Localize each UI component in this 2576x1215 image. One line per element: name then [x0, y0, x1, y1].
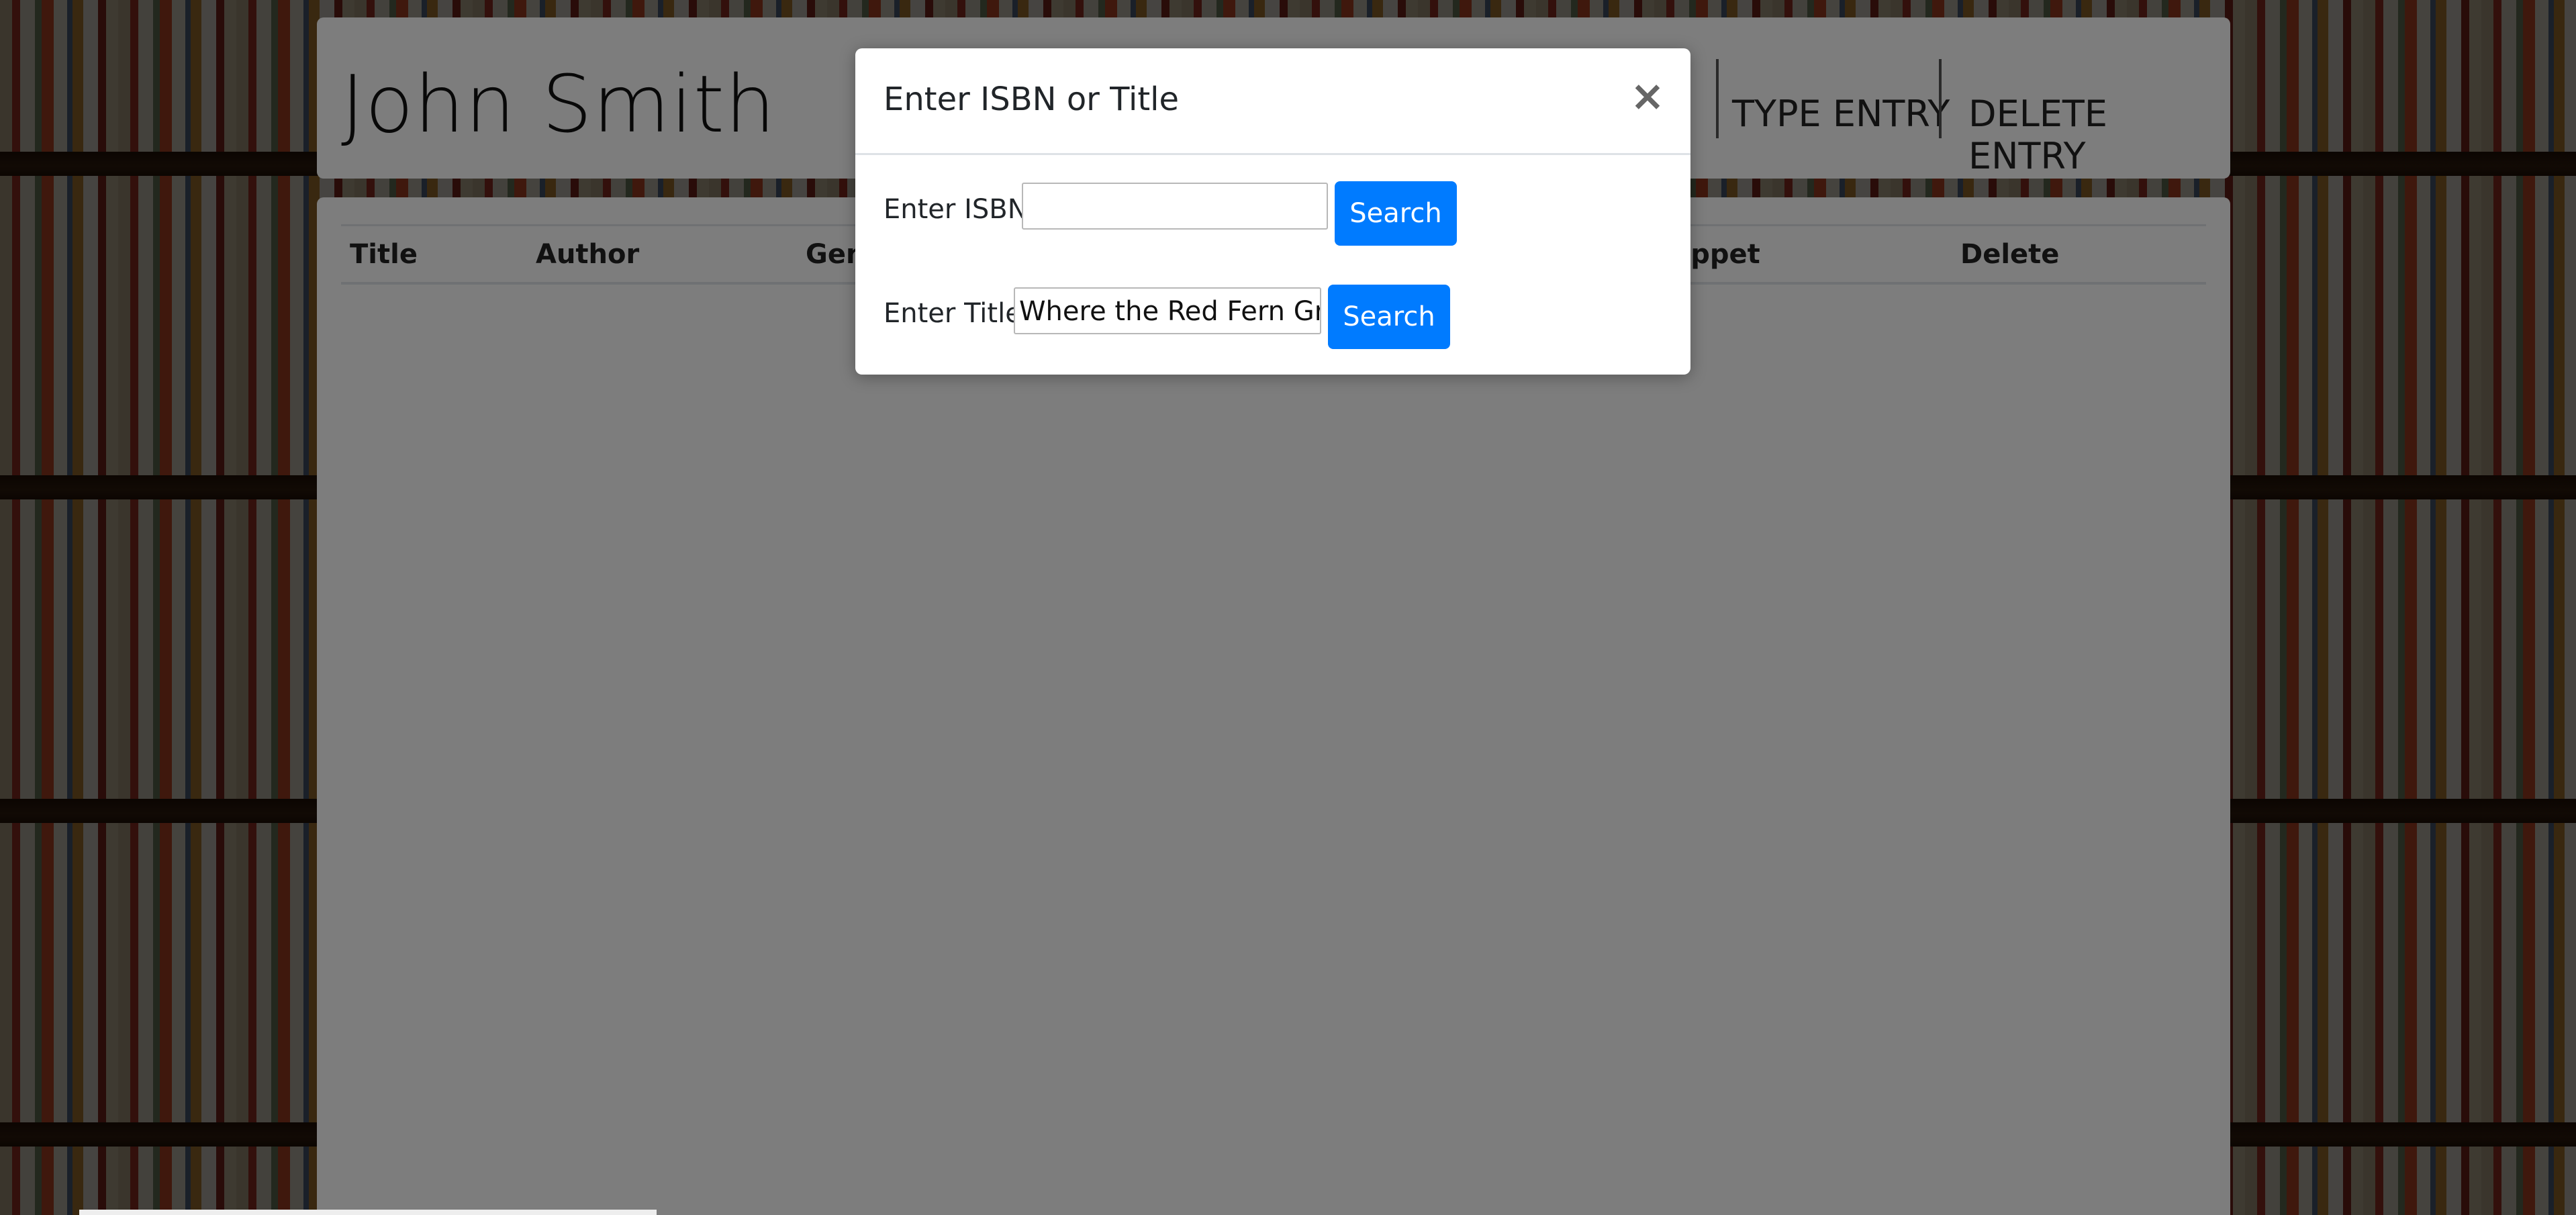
isbn-label: Enter ISBN: [884, 194, 1037, 225]
title-label: Enter Title: [884, 298, 1031, 329]
close-icon[interactable]: × [1630, 75, 1665, 117]
title-input[interactable]: Where the Red Fern Grow [1014, 287, 1321, 334]
title-search-button[interactable]: Search [1328, 285, 1450, 349]
isbn-search-button[interactable]: Search [1335, 181, 1457, 246]
modal-title: Enter ISBN or Title [884, 81, 1180, 118]
search-modal: Enter ISBN or Title × Enter ISBN: Search… [855, 48, 1690, 375]
horizontal-scrollbar[interactable] [79, 1210, 657, 1215]
isbn-input[interactable] [1022, 183, 1328, 230]
modal-header: Enter ISBN or Title × [855, 48, 1690, 155]
